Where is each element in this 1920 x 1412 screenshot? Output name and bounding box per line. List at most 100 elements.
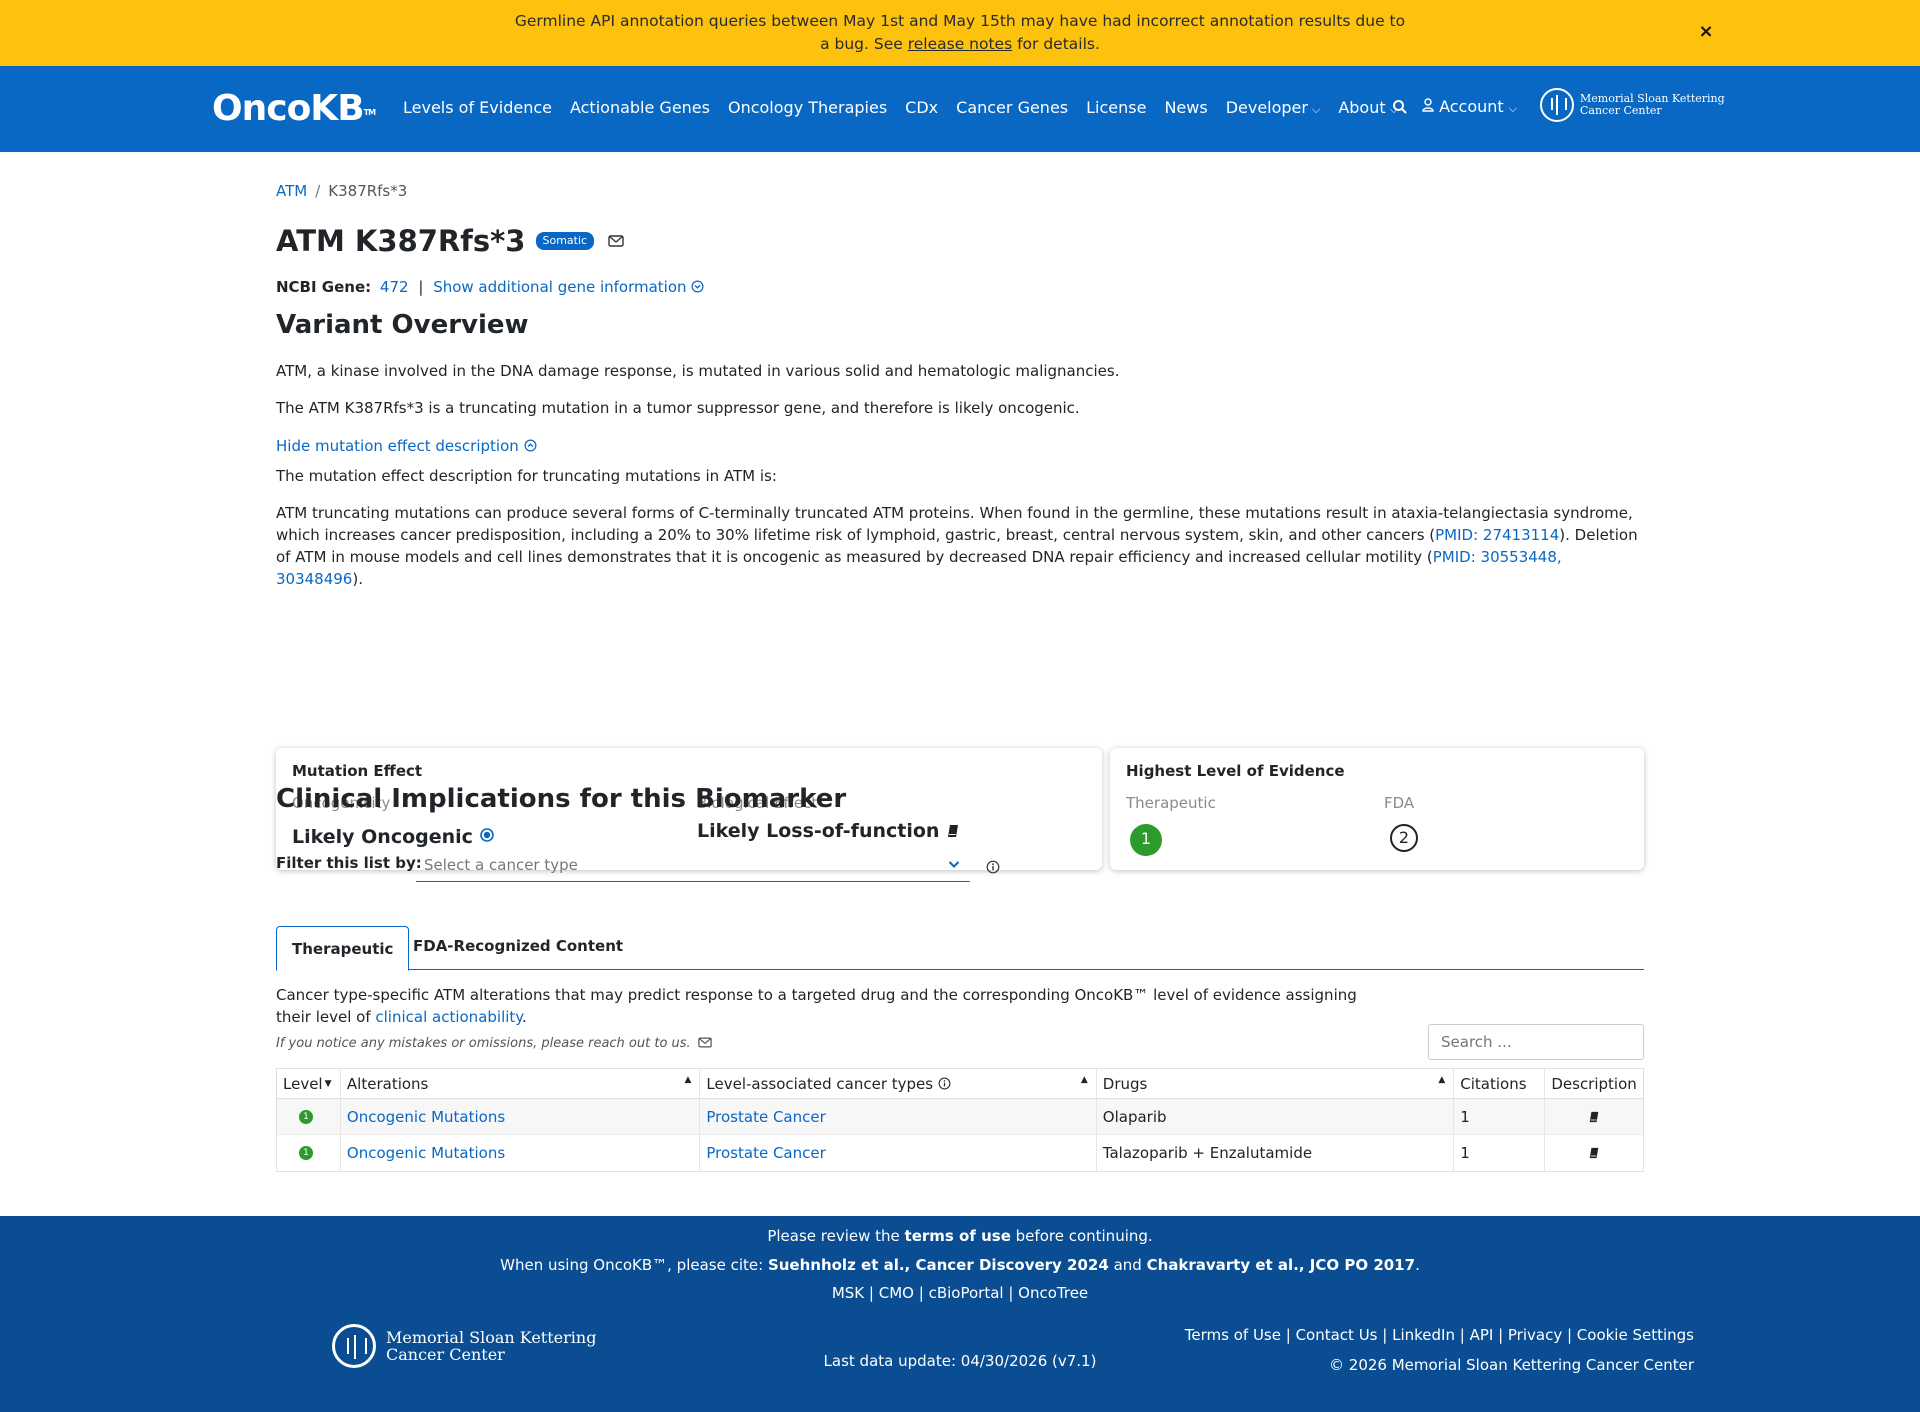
terms-of-use-link[interactable]: terms of use	[905, 1227, 1011, 1245]
cancer-type-link[interactable]: Prostate Cancer	[706, 1108, 825, 1126]
footer-terms-line: Please review the terms of use before co…	[0, 1227, 1920, 1245]
info-icon[interactable]	[938, 1077, 951, 1090]
chevron-down-icon: ⌵	[1508, 102, 1518, 115]
therapeutic-level-badge[interactable]: 1	[1130, 824, 1162, 856]
tab-fda-recognized-content[interactable]: FDA-Recognized Content	[398, 924, 638, 970]
sort-asc-icon: ▲	[684, 1075, 692, 1085]
footer-cookie-settings-link[interactable]: Cookie Settings	[1577, 1326, 1694, 1344]
description-text-a: ATM truncating mutations can produce sev…	[276, 504, 1633, 544]
feedback-note-text: If you notice any mistakes or omissions,…	[276, 1036, 691, 1051]
msk-logo[interactable]: Memorial Sloan Kettering Cancer Center	[1540, 88, 1725, 122]
breadcrumb-variant: K387Rfs*3	[328, 182, 408, 200]
footer-link-cbioportal[interactable]: cBioPortal	[929, 1284, 1004, 1302]
close-icon[interactable]: ×	[1696, 22, 1716, 42]
oncokb-logo[interactable]: OncoKBTM	[212, 87, 376, 131]
oncogenicity-text: Likely Oncogenic	[292, 826, 473, 848]
mutation-effect-toggle[interactable]: Hide mutation effect description	[276, 435, 1644, 457]
ncbi-gene-link[interactable]: 472	[380, 278, 409, 296]
table-header-row: Level ▼ Alterations ▲ Level-associated can…	[277, 1069, 1643, 1099]
footer-contact-link[interactable]: Contact Us	[1296, 1326, 1378, 1344]
citations-cell[interactable]: 1	[1454, 1099, 1546, 1134]
cancer-type-cell: Prostate Cancer	[700, 1135, 1097, 1171]
nav-levels-of-evidence[interactable]: Levels of Evidence	[403, 97, 552, 121]
msk-line2: Cancer Center	[1580, 104, 1662, 117]
sort-asc-icon: ▲	[1080, 1075, 1088, 1085]
header-cancer-types-label: Level-associated cancer types	[706, 1074, 934, 1093]
chevron-circle-up-icon	[524, 439, 537, 452]
sort-desc-icon: ▼	[324, 1078, 332, 1089]
header-alterations[interactable]: Alterations ▲	[341, 1069, 701, 1098]
top-navbar: OncoKBTM Levels of Evidence Actionable G…	[0, 66, 1920, 152]
nav-cancer-genes[interactable]: Cancer Genes	[956, 97, 1068, 121]
ncbi-separator: |	[418, 278, 424, 296]
therapeutic-table: Level ▼ Alterations ▲ Level-associated can…	[276, 1068, 1644, 1172]
clinical-implications-heading: Clinical Implications for this Biomarker	[276, 784, 847, 814]
book-icon[interactable]	[946, 824, 960, 838]
nav-actionable-genes[interactable]: Actionable Genes	[570, 97, 710, 121]
alteration-cell: Oncogenic Mutations	[341, 1135, 701, 1171]
nav-news[interactable]: News	[1164, 97, 1207, 121]
user-icon	[1422, 98, 1434, 112]
cancer-type-select[interactable]: Select a cancer type	[416, 848, 970, 882]
footer-link-oncotree[interactable]: OncoTree	[1018, 1284, 1088, 1302]
footer-review-text: Please review the	[767, 1227, 905, 1245]
footer-cite-end: .	[1415, 1256, 1420, 1274]
nav-oncology-therapies[interactable]: Oncology Therapies	[728, 97, 887, 121]
hide-description-link[interactable]: Hide mutation effect description	[276, 437, 519, 455]
chevron-down-icon: ⌵	[1311, 103, 1321, 116]
account-menu[interactable]: Account ⌵	[1422, 97, 1517, 116]
cancer-type-link[interactable]: Prostate Cancer	[706, 1144, 825, 1162]
header-drugs[interactable]: Drugs ▲	[1097, 1069, 1455, 1098]
nav-license[interactable]: License	[1086, 97, 1146, 121]
footer-links-row: MSK | CMO | cBioPortal | OncoTree	[831, 1284, 1089, 1302]
msk-emblem-icon	[1540, 88, 1574, 122]
chevron-down-icon	[948, 861, 960, 868]
footer-link-cmo[interactable]: CMO	[879, 1284, 914, 1302]
page-title: ATM K387Rfs*3	[276, 224, 526, 258]
sort-asc-icon: ▲	[1438, 1075, 1446, 1085]
footer-terms-link[interactable]: Terms of Use	[1185, 1326, 1281, 1344]
footer-msk-line1: Memorial Sloan Kettering	[386, 1328, 597, 1347]
footer-cite-text: When using OncoKB™, please cite:	[500, 1256, 768, 1274]
book-icon[interactable]	[1587, 1147, 1601, 1159]
nav-cdx[interactable]: CDx	[905, 97, 938, 121]
variant-overview-heading: Variant Overview	[276, 310, 529, 340]
book-icon[interactable]	[1587, 1111, 1601, 1123]
overview-paragraph-1: ATM, a kinase involved in the DNA damage…	[276, 362, 1120, 380]
alteration-link[interactable]: Oncogenic Mutations	[347, 1108, 505, 1126]
header-cancer-types[interactable]: Level-associated cancer types ▲	[700, 1069, 1097, 1098]
citation-link-2[interactable]: Chakravarty et al., JCO PO 2017	[1147, 1256, 1416, 1274]
citations-cell[interactable]: 1	[1454, 1135, 1546, 1171]
drugs-cell: Olaparib	[1097, 1099, 1455, 1134]
citation-link-1[interactable]: Suehnholz et al., Cancer Discovery 2024	[768, 1256, 1109, 1274]
clinical-actionability-link[interactable]: clinical actionability	[375, 1008, 522, 1026]
highest-level-card: Highest Level of Evidence Therapeutic 1 …	[1110, 748, 1644, 870]
ncbi-label: NCBI Gene:	[276, 278, 372, 296]
feedback-note: If you notice any mistakes or omissions,…	[276, 1036, 712, 1051]
pmid-link-1[interactable]: PMID: 27413114	[1435, 526, 1559, 544]
header-drugs-label: Drugs	[1102, 1074, 1148, 1093]
table-search-input[interactable]	[1428, 1024, 1644, 1060]
envelope-icon[interactable]	[608, 235, 624, 247]
footer-cite-line: When using OncoKB™, please cite: Suehnho…	[0, 1256, 1920, 1274]
account-label: Account	[1439, 97, 1504, 116]
search-icon[interactable]	[1390, 99, 1410, 115]
footer-link-msk[interactable]: MSK	[832, 1284, 864, 1302]
header-citations[interactable]: Citations	[1454, 1069, 1546, 1098]
show-gene-info-label: Show additional gene information	[433, 278, 687, 296]
header-level[interactable]: Level ▼	[277, 1069, 341, 1098]
footer-linkedin-link[interactable]: LinkedIn	[1392, 1326, 1455, 1344]
breadcrumb-gene[interactable]: ATM	[276, 182, 307, 200]
release-notes-link[interactable]: release notes	[908, 35, 1012, 53]
info-icon[interactable]	[986, 860, 1000, 874]
fda-level-badge[interactable]: 2	[1390, 824, 1418, 852]
footer-api-link[interactable]: API	[1470, 1326, 1494, 1344]
alteration-link[interactable]: Oncogenic Mutations	[347, 1144, 505, 1162]
show-gene-info-link[interactable]: Show additional gene information	[433, 278, 704, 296]
nav-developer[interactable]: Developer ⌵	[1226, 97, 1321, 121]
level-1-icon: 1	[299, 1146, 313, 1160]
tab-therapeutic[interactable]: Therapeutic	[276, 926, 410, 971]
envelope-icon[interactable]	[698, 1037, 712, 1048]
footer-privacy-link[interactable]: Privacy	[1508, 1326, 1562, 1344]
header-alterations-label: Alterations	[346, 1074, 429, 1093]
